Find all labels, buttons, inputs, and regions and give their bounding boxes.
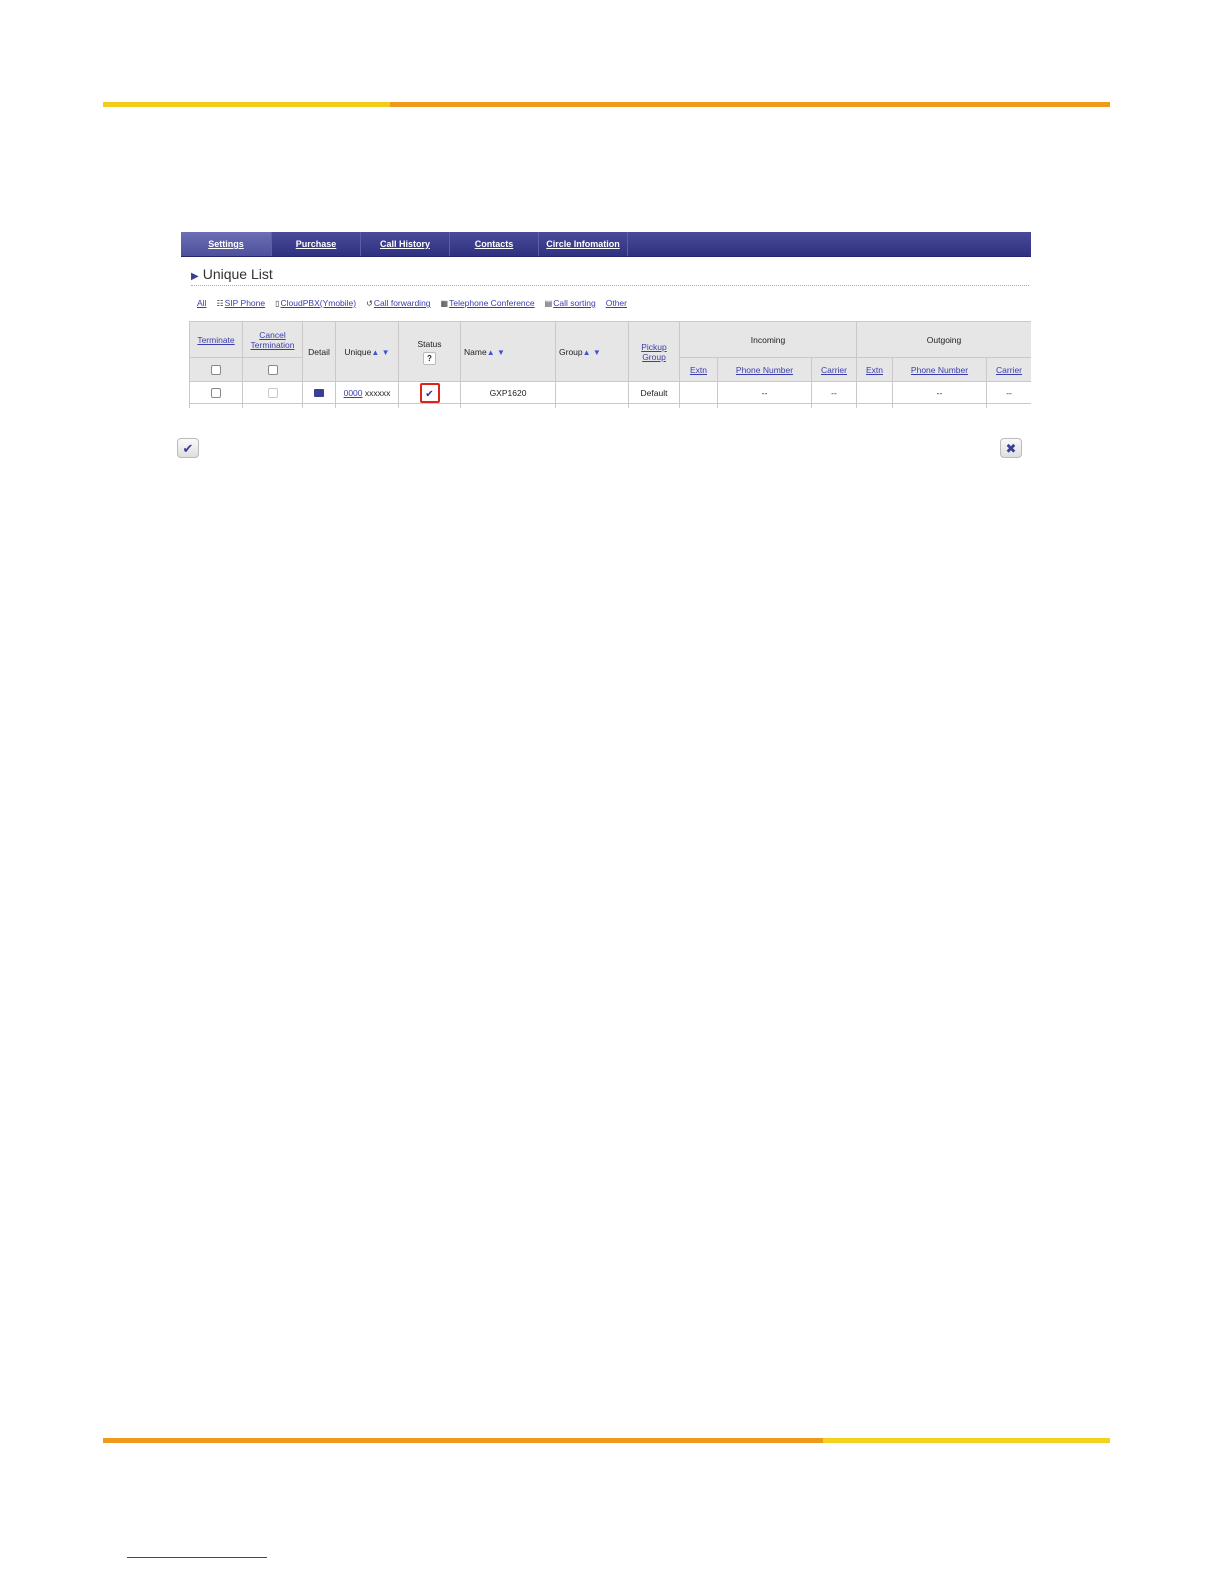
status-check-icon[interactable]: ✔	[419, 382, 440, 403]
tab-purchase[interactable]: Purchase	[272, 232, 361, 256]
checkbox[interactable]	[211, 387, 221, 398]
row-group	[555, 381, 629, 404]
select-all-terminate[interactable]	[189, 357, 243, 382]
row-outgoing-phone: --	[892, 381, 988, 404]
row-incoming-carrier: --	[810, 381, 858, 404]
conference-icon: ▦	[440, 299, 449, 308]
select-all-cancel[interactable]	[242, 357, 303, 382]
checkbox[interactable]	[211, 364, 221, 375]
tab-contacts[interactable]: Contacts	[450, 232, 539, 256]
folder-icon[interactable]	[314, 389, 324, 398]
row-pickup-group: Default	[628, 381, 680, 404]
sort-asc-icon[interactable]: ▲	[371, 348, 379, 357]
top-accent-bar	[103, 102, 1110, 107]
header-unique: Unique▲ ▼	[335, 321, 399, 382]
tab-settings[interactable]: Settings	[181, 232, 272, 256]
filter-cloudpbx[interactable]: CloudPBX(Ymobile)	[281, 298, 357, 308]
row-incoming-extn	[679, 381, 718, 404]
close-icon[interactable]: ✖	[1000, 438, 1022, 458]
sort-asc-icon[interactable]: ▲	[487, 348, 495, 357]
list-icon: ☷	[216, 299, 224, 308]
filter-telephone-conference[interactable]: Telephone Conference	[449, 298, 535, 308]
row-outgoing-carrier: --	[986, 381, 1031, 404]
header-outgoing-extn[interactable]: Extn	[856, 357, 894, 382]
checkbox[interactable]	[267, 364, 278, 375]
section-title: ▶ Unique List	[191, 266, 273, 282]
row-incoming-phone: --	[717, 381, 812, 404]
main-nav: Settings Purchase Call History Contacts …	[181, 232, 1031, 257]
help-icon[interactable]: ?	[423, 351, 436, 365]
sort-desc-icon[interactable]: ▼	[382, 348, 390, 357]
row-detail[interactable]	[302, 381, 336, 404]
header-outgoing-carrier[interactable]: Carrier	[986, 357, 1031, 382]
header-cancel-termination[interactable]: Cancel Termination	[242, 321, 303, 358]
table-row: 0000 xxxxxx ✔ GXP1620 Default -- -- -- -…	[189, 381, 1031, 404]
checkmark-icon[interactable]: ✔	[177, 438, 199, 458]
row-unique: 0000 xxxxxx	[335, 381, 399, 404]
header-incoming-extn[interactable]: Extn	[679, 357, 718, 382]
tab-circle-information[interactable]: Circle Infomation	[539, 232, 628, 256]
sort-desc-icon[interactable]: ▼	[497, 348, 505, 357]
bottom-accent-bar	[103, 1438, 1110, 1443]
filter-call-sorting[interactable]: Call sorting	[553, 298, 596, 308]
unique-list-table: Terminate Cancel Termination Detail Uniq…	[189, 321, 1031, 408]
row-terminate-checkbox[interactable]	[189, 381, 243, 404]
row-status: ✔	[398, 381, 461, 404]
header-outgoing-phone[interactable]: Phone Number	[892, 357, 988, 382]
triangle-right-icon: ▶	[191, 271, 199, 282]
dotted-divider	[191, 285, 1029, 286]
header-outgoing: Outgoing	[856, 321, 1031, 358]
header-group: Group▲ ▼	[555, 321, 629, 382]
filter-links: All ☷SIP Phone ▯CloudPBX(Ymobile) ↺Call …	[197, 298, 627, 308]
header-pickup-group[interactable]: Pickup Group	[628, 321, 680, 382]
header-status: Status?	[398, 321, 461, 382]
sort-desc-icon[interactable]: ▼	[593, 348, 601, 357]
sorting-icon: ▤	[544, 299, 553, 308]
header-name: Name▲ ▼	[460, 321, 556, 382]
filter-sip-phone[interactable]: SIP Phone	[225, 298, 266, 308]
filter-call-forwarding[interactable]: Call forwarding	[374, 298, 431, 308]
checkbox-disabled	[267, 387, 278, 398]
header-incoming-carrier[interactable]: Carrier	[810, 357, 858, 382]
header-terminate[interactable]: Terminate	[189, 321, 243, 358]
header-incoming: Incoming	[678, 321, 858, 358]
tab-call-history[interactable]: Call History	[361, 232, 450, 256]
footer-link-underline	[127, 1557, 267, 1558]
filter-all[interactable]: All	[197, 298, 206, 308]
unique-list-screenshot: Settings Purchase Call History Contacts …	[181, 232, 1031, 408]
sort-asc-icon[interactable]: ▲	[583, 348, 591, 357]
header-detail: Detail	[302, 321, 336, 382]
row-outgoing-extn	[856, 381, 894, 404]
row-cancel-checkbox	[242, 381, 303, 404]
header-incoming-phone[interactable]: Phone Number	[717, 357, 812, 382]
mobile-icon: ▯	[275, 299, 280, 308]
row-name: GXP1620	[460, 381, 556, 404]
filter-other[interactable]: Other	[606, 298, 627, 308]
forward-icon: ↺	[366, 299, 373, 308]
